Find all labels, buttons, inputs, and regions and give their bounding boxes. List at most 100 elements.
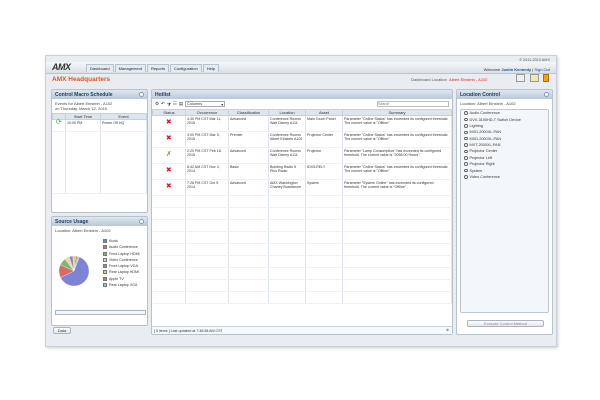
start-time: 10:00 PM: [65, 119, 101, 132]
table-row[interactable]: ✖ 7:28 PM CST Oct 9, 2014 Advanced AMX Wash…: [152, 179, 452, 196]
device-label: Projector Left: [469, 155, 493, 160]
device-label: DVX-3155HD-T Switch Device: [469, 117, 521, 122]
empty-cell: [185, 195, 229, 208]
export-icon[interactable]: ▤: [179, 101, 183, 107]
legend-item: Rear Laptop VGA: [103, 283, 140, 288]
empty-row: [152, 219, 452, 232]
search-input[interactable]: [377, 101, 449, 107]
asset-cell: Main Touch Panel: [305, 115, 343, 132]
expand-icon[interactable]: [464, 124, 468, 128]
collapse-icon[interactable]: [544, 92, 549, 97]
offline-icon: ✖: [152, 179, 186, 196]
tab-help[interactable]: Help: [202, 64, 219, 72]
dashboard-location[interactable]: Dashboard Location Albert Einstein - A10…: [411, 77, 488, 82]
legend-item: Kiosk: [103, 239, 140, 243]
table-row[interactable]: ✖ 4:30 PM CST Mar 11, 2015 Advanced Confere…: [152, 115, 452, 132]
nav-bar: AMX Dashboard Management Reports Configurat…: [46, 62, 556, 74]
warning-icon: ✗: [152, 147, 186, 164]
dashboard-location-value[interactable]: Albert Einstein - A102: [449, 77, 487, 82]
empty-cell: [305, 255, 343, 268]
empty-cell: [185, 291, 229, 304]
expand-icon[interactable]: [464, 136, 468, 141]
chart-scrollbar[interactable]: [55, 310, 146, 315]
empty-cell: [185, 279, 229, 292]
refresh-icon[interactable]: ⚙: [155, 101, 159, 107]
empty-cell: [152, 255, 186, 268]
empty-cell: [268, 219, 306, 232]
legend-label: Apple TV: [109, 276, 124, 281]
expand-icon[interactable]: [464, 149, 468, 154]
device-label: Lighting: [469, 123, 483, 128]
tab-reports[interactable]: Reports: [146, 64, 169, 72]
empty-cell: [152, 291, 186, 304]
display-icon[interactable]: [516, 74, 525, 82]
table-row[interactable]: ✖ 8:42 AM CST Nov 4, 2014 Basic Building Ra…: [152, 163, 452, 180]
legend-item: Video Conference: [103, 257, 140, 262]
hotlist-table: Status Occurrence Classification Location As…: [152, 109, 452, 304]
device-label: System: [469, 168, 483, 173]
expand-icon[interactable]: [464, 130, 468, 135]
empty-row: [152, 231, 452, 244]
chevron-down-icon: ▾: [221, 103, 224, 107]
location-cell: Conference Rooms Walt Disney A111: [268, 115, 306, 132]
empty-cell: [268, 291, 306, 304]
sign-out-link[interactable]: Sign Out: [534, 67, 550, 72]
legend-label: Video Conference: [109, 257, 138, 262]
expand-icon[interactable]: [464, 156, 468, 160]
panel-header: Control Macro Schedule: [52, 90, 147, 99]
offline-icon: ✖: [152, 131, 186, 148]
lock-icon[interactable]: [543, 74, 549, 82]
empty-row: [152, 279, 452, 292]
tab-dashboard[interactable]: Dashboard: [86, 64, 114, 72]
undo-icon[interactable]: ↶: [161, 101, 165, 107]
empty-cell: [185, 231, 229, 244]
hotlist-footer: [ 5 items ] Last updated at 7:46:58 AM C…: [152, 326, 452, 334]
empty-cell: [342, 207, 452, 220]
settings-icon[interactable]: ☷: [173, 101, 177, 107]
legend-swatch: [103, 251, 107, 256]
asset-cell: Projector: [305, 147, 343, 164]
panel-title: Location Control: [460, 92, 500, 98]
data-button[interactable]: Data: [53, 327, 71, 334]
legend-swatch: [103, 239, 107, 243]
home-icon[interactable]: [530, 74, 539, 82]
empty-cell: [152, 219, 186, 232]
empty-cell: [305, 219, 343, 232]
empty-cell: [305, 291, 343, 304]
filter-icon[interactable]: ⧩: [167, 102, 171, 107]
source-location: Location: Albert Einstein - A102: [55, 228, 111, 233]
expand-icon[interactable]: [464, 117, 468, 122]
tab-management[interactable]: Management: [114, 64, 146, 72]
columns-dropdown[interactable]: Columns ▾: [185, 101, 226, 107]
collapse-icon[interactable]: [139, 219, 144, 224]
control-device-list: Audio Conference DVX-3155HD-T Switch Devi…: [460, 109, 549, 313]
table-row[interactable]: ⟳ 10:00 PM Power Off HQ: [52, 119, 147, 132]
collapse-icon[interactable]: [139, 92, 144, 97]
tab-configuration[interactable]: Configuration: [169, 64, 202, 72]
panel-header: Hotlist: [152, 90, 452, 99]
expand-icon[interactable]: [464, 143, 468, 147]
execute-control-method-button[interactable]: Execute Control Method: [467, 320, 544, 327]
empty-row: [152, 255, 452, 268]
user-name: Justin Kennedy: [501, 67, 532, 72]
table-row[interactable]: ✗ 2:20 PM CST Feb 18, 2015 Advanced Confere…: [152, 147, 452, 164]
device-label: Audio Conference: [469, 111, 500, 116]
empty-cell: [305, 195, 343, 208]
welcome-text: Welcome Justin Kennedy | Sign Out: [483, 67, 550, 72]
legend-label: Front Laptop VGA: [109, 264, 138, 269]
asset-cell: Projector Center: [305, 131, 343, 148]
table-row[interactable]: ✖ 3:00 PM CST Mar 5, 2015 Premier Conferenc…: [152, 131, 452, 148]
offline-icon: ✖: [152, 163, 186, 180]
device-label: Projector Right: [469, 162, 495, 167]
offline-icon: ✖: [152, 115, 186, 132]
settings-icon[interactable]: ⊛: [446, 328, 449, 332]
device-label: Projector Center: [469, 149, 498, 154]
expand-icon[interactable]: [464, 168, 468, 173]
empty-cell: [185, 255, 229, 268]
expand-icon[interactable]: [464, 162, 468, 166]
expand-icon[interactable]: [464, 175, 468, 179]
control-device-item[interactable]: Video Conference: [461, 174, 548, 180]
empty-cell: [228, 243, 269, 256]
empty-row: [152, 267, 452, 280]
expand-icon[interactable]: [464, 111, 468, 115]
